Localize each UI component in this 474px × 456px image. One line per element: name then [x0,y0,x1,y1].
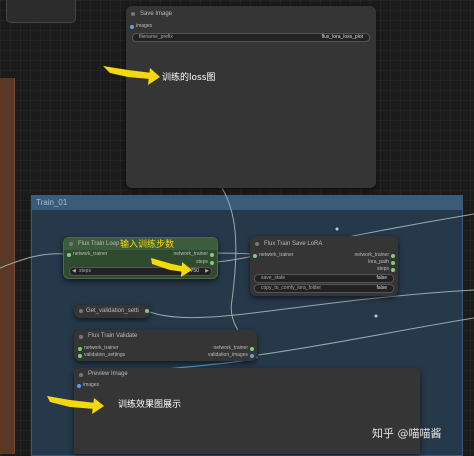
annotation-steps: 输入训练步数 [120,240,175,250]
annotation-loss: 训练的loss图 [162,73,216,83]
annotation-arrow [103,66,160,85]
annotation-arrow [47,396,104,414]
annotation-preview: 训练效果图展示 [118,400,182,410]
annotation-arrows [47,66,192,414]
annotation-arrow [151,258,192,277]
watermark: 知乎 @喵喵酱 [372,427,442,440]
